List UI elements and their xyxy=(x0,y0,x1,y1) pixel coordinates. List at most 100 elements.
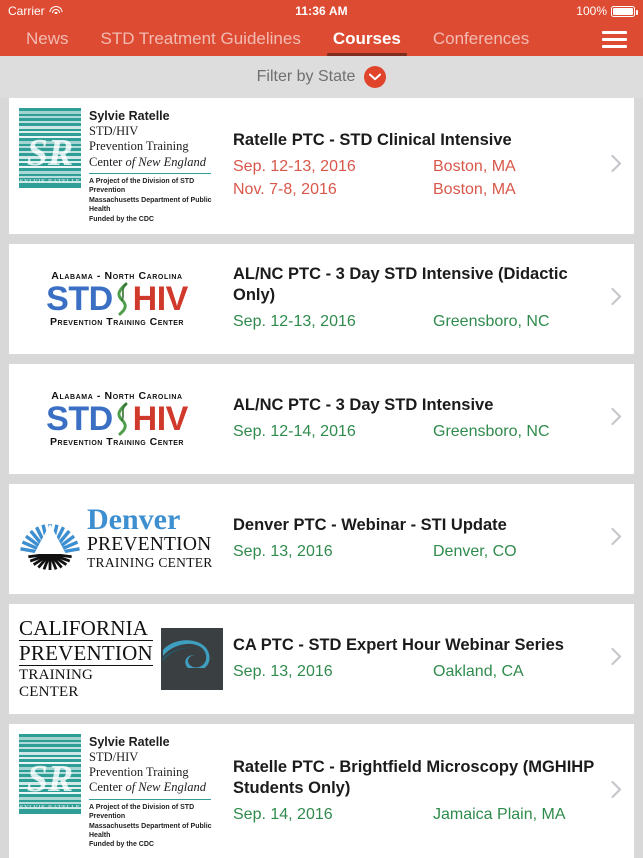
course-location: Boston, MA xyxy=(433,181,516,199)
california-logo-line3: TRAINING CENTER xyxy=(19,666,94,701)
ratelle-logo-line1: STD/HIV xyxy=(89,124,139,138)
course-location: Boston, MA xyxy=(433,158,516,176)
course-card[interactable]: SR SYLVIE RATELLE Sylvie Ratelle STD/HIV… xyxy=(9,98,634,234)
chevron-right-icon[interactable] xyxy=(611,647,622,670)
course-card[interactable]: CALIFORNIA PREVENTION TRAINING CENTER CA… xyxy=(9,603,634,714)
denver-logo-word-prevention: PREVENTION xyxy=(87,533,212,555)
ratelle-logo-mark: SR SYLVIE RATELLE xyxy=(19,108,81,188)
chevron-down-icon[interactable] xyxy=(364,66,387,88)
course-title: AL/NC PTC - 3 Day STD Intensive xyxy=(233,395,494,414)
course-schedule-row: Sep. 13, 2016 Denver, CO xyxy=(233,541,604,564)
alnc-logo-std-text: STD xyxy=(46,399,113,438)
battery-percent-label: 100% xyxy=(576,4,607,18)
awareness-ribbon-icon xyxy=(113,402,133,436)
course-details: CA PTC - STD Expert Hour Webinar Series S… xyxy=(219,635,634,684)
ratelle-logo-name: Sylvie Ratelle xyxy=(89,734,170,749)
california-ptc-logo: CALIFORNIA PREVENTION TRAINING CENTER xyxy=(19,616,223,702)
tab-conferences-label: Conferences xyxy=(432,29,530,48)
tab-std-treatment-guidelines[interactable]: STD Treatment Guidelines xyxy=(85,22,317,56)
course-schedule-row: Sep. 14, 2016 Jamaica Plain, MA xyxy=(233,804,604,827)
course-card[interactable]: Denver PREVENTION TRAINING CENTER Denver… xyxy=(9,483,634,594)
tab-courses-label: Courses xyxy=(332,29,401,48)
course-date: Sep. 12-13, 2016 xyxy=(233,313,356,331)
course-schedule-row: Sep. 12-14, 2016 Greensboro, NC xyxy=(233,421,604,444)
course-date: Sep. 13, 2016 xyxy=(233,542,333,560)
course-logo: Alabama - North Carolina STD HIV Prevent… xyxy=(19,270,219,328)
clock-label: 11:36 AM xyxy=(295,4,348,18)
tab-courses[interactable]: Courses xyxy=(317,22,417,56)
course-details: Ratelle PTC - STD Clinical Intensive Sep.… xyxy=(219,130,634,202)
tab-news[interactable]: News xyxy=(10,22,85,56)
course-date: Sep. 12-14, 2016 xyxy=(233,422,356,440)
alnc-logo-hiv-text: HIV xyxy=(132,279,189,318)
chevron-right-icon[interactable] xyxy=(611,287,622,310)
course-title: Ratelle PTC - Brightfield Microscopy (MG… xyxy=(233,757,594,798)
ratelle-logo-credit1: A Project of the Division of STD Prevent… xyxy=(89,803,195,821)
ratelle-logo-line3: Center of New England xyxy=(89,780,207,795)
course-location: Oakland, CA xyxy=(433,662,524,680)
course-schedule-row: Sep. 12-13, 2016 Boston, MA xyxy=(233,156,604,179)
filter-bar[interactable]: Filter by State xyxy=(0,56,643,98)
california-wave-icon xyxy=(160,627,223,690)
ratelle-logo-divider xyxy=(89,172,211,174)
alnc-logo-std-text: STD xyxy=(46,279,113,318)
course-logo: Alabama - North Carolina STD HIV Prevent… xyxy=(19,390,219,448)
battery-icon xyxy=(611,5,638,17)
course-location: Greensboro, NC xyxy=(433,422,550,440)
course-title: CA PTC - STD Expert Hour Webinar Series xyxy=(233,635,564,654)
course-logo: SR SYLVIE RATELLE Sylvie Ratelle STD/HIV… xyxy=(19,733,219,850)
status-bar: Carrier 11:36 AM 100% xyxy=(0,0,643,22)
denver-logo-word-denver: Denver xyxy=(87,503,181,537)
course-title: AL/NC PTC - 3 Day STD Intensive (Didacti… xyxy=(233,264,568,305)
course-logo: SR SYLVIE RATELLE Sylvie Ratelle STD/HIV… xyxy=(19,108,219,224)
denver-logo-word-training-center: TRAINING CENTER xyxy=(87,555,213,571)
ratelle-logo-mark: SR SYLVIE RATELLE xyxy=(19,733,81,814)
course-details: Ratelle PTC - Brightfield Microscopy (MG… xyxy=(219,757,634,827)
course-schedule-row: Sep. 12-13, 2016 Greensboro, NC xyxy=(233,311,604,334)
course-logo: CALIFORNIA PREVENTION TRAINING CENTER xyxy=(19,616,223,702)
course-location: Jamaica Plain, MA xyxy=(433,806,566,824)
ratelle-logo-credit1: A Project of the Division of STD Prevent… xyxy=(89,177,195,195)
chevron-right-icon[interactable] xyxy=(611,154,622,177)
course-card[interactable]: Alabama - North Carolina STD HIV Prevent… xyxy=(9,243,634,354)
ratelle-logo-line2: Prevention Training xyxy=(89,139,189,154)
alnc-logo-hiv-text: HIV xyxy=(132,399,189,438)
ratelle-logo-line3: Center of New England xyxy=(89,154,207,169)
course-card[interactable]: SR SYLVIE RATELLE Sylvie Ratelle STD/HIV… xyxy=(9,723,634,858)
california-logo-line2: PREVENTION xyxy=(19,640,153,666)
ratelle-logo-line2: Prevention Training xyxy=(89,765,189,780)
ratelle-logo-credit2: Massachusetts Department of Public Healt… xyxy=(89,196,212,214)
alnc-ptc-logo: Alabama - North Carolina STD HIV Prevent… xyxy=(19,390,219,448)
status-bar-right: 100% xyxy=(576,4,638,18)
awareness-ribbon-icon xyxy=(113,282,133,316)
hamburger-menu-icon[interactable] xyxy=(600,22,629,56)
course-list[interactable]: SR SYLVIE RATELLE Sylvie Ratelle STD/HIV… xyxy=(0,98,643,858)
course-logo: Denver PREVENTION TRAINING CENTER xyxy=(19,503,219,571)
ratelle-mark-label: SYLVIE RATELLE xyxy=(19,178,81,185)
course-date: Nov. 7-8, 2016 xyxy=(233,181,337,199)
course-date: Sep. 12-13, 2016 xyxy=(233,158,356,176)
course-title: Denver PTC - Webinar - STI Update xyxy=(233,515,507,534)
course-location: Denver, CO xyxy=(433,542,517,560)
california-logo-line1: CALIFORNIA xyxy=(19,616,153,641)
course-date: Sep. 14, 2016 xyxy=(233,806,333,824)
ratelle-mark-label: SYLVIE RATELLE xyxy=(19,803,81,811)
course-date: Sep. 13, 2016 xyxy=(233,662,333,680)
course-details: Denver PTC - Webinar - STI Update Sep. 13… xyxy=(219,515,634,564)
alnc-ptc-logo: Alabama - North Carolina STD HIV Prevent… xyxy=(19,270,219,328)
ratelle-monogram: SR xyxy=(26,757,74,800)
chevron-right-icon[interactable] xyxy=(611,527,622,550)
filter-by-state-label: Filter by State xyxy=(256,68,356,85)
denver-ptc-logo: Denver PREVENTION TRAINING CENTER xyxy=(19,503,219,571)
course-card[interactable]: Alabama - North Carolina STD HIV Prevent… xyxy=(9,363,634,474)
tab-std-treatment-guidelines-label: STD Treatment Guidelines xyxy=(100,29,301,48)
ratelle-logo-credit3: Funded by the CDC xyxy=(89,215,154,223)
ratelle-ptc-logo: SR SYLVIE RATELLE Sylvie Ratelle STD/HIV… xyxy=(19,108,219,224)
ratelle-logo-credit3: Funded by the CDC xyxy=(89,841,154,849)
course-schedule-row: Sep. 13, 2016 Oakland, CA xyxy=(233,661,604,684)
tab-news-label: News xyxy=(26,29,69,48)
course-details: AL/NC PTC - 3 Day STD Intensive Sep. 12-1… xyxy=(219,395,634,444)
tab-conferences[interactable]: Conferences xyxy=(417,22,545,56)
chevron-right-icon[interactable] xyxy=(611,407,622,430)
chevron-right-icon[interactable] xyxy=(611,780,622,803)
